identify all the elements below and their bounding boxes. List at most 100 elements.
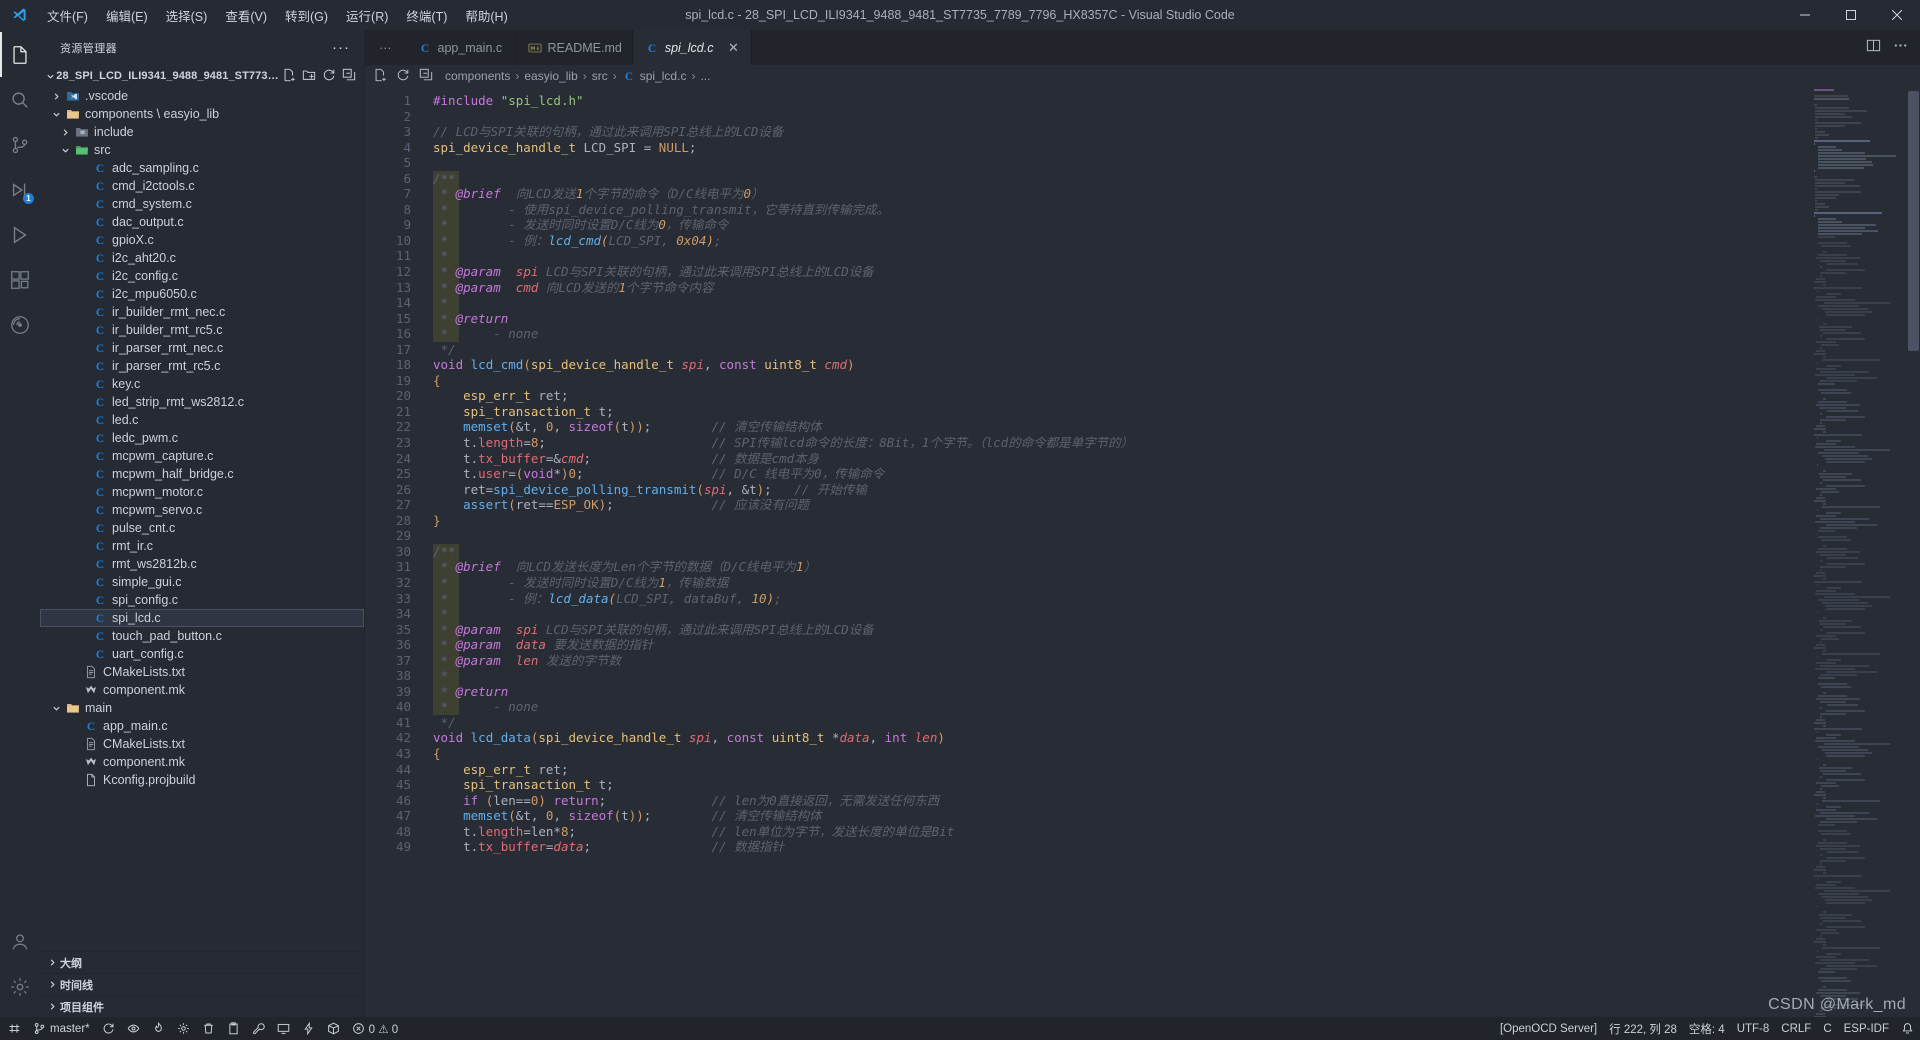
tree-file-row[interactable]: Cmcpwm_half_bridge.c [40,465,364,483]
tree-file-row[interactable]: Cmcpwm_servo.c [40,501,364,519]
tree-file-row[interactable]: Cir_builder_rmt_nec.c [40,303,364,321]
code-line[interactable]: * @param spi LCD与SPI关联的句柄，通过此来调用SPI总线上的L… [433,621,1920,638]
code-line[interactable]: #include "spi_lcd.h" [433,93,1920,109]
more-actions-icon[interactable] [1893,38,1908,58]
code-line[interactable]: esp_err_t ret; [433,762,1920,778]
tree-file-row[interactable]: Crmt_ir.c [40,537,364,555]
status-branch[interactable]: master* [27,1017,96,1040]
code-line[interactable]: * [433,606,1920,622]
tree-file-row[interactable]: Cadc_sampling.c [40,159,364,177]
code-line[interactable]: */ [433,342,1920,358]
status-language-mode[interactable]: C [1817,1017,1837,1040]
code-line[interactable]: t.user=(void*)0; // D/C 线电平为0，传输命令 [433,466,1920,482]
tree-folder-row[interactable]: main [40,699,364,717]
code-line[interactable]: * - 例：lcd_cmd(LCD_SPI, 0x04); [433,232,1920,249]
explorer-actions[interactable] [282,68,364,85]
activity-source-control[interactable] [0,122,40,167]
status-indentation[interactable]: 空格: 4 [1683,1017,1731,1040]
code-line[interactable]: memset(&t, 0, sizeof(t)); // 清空传输结构体 [433,419,1920,435]
code-line[interactable]: memset(&t, 0, sizeof(t)); // 清空传输结构体 [433,808,1920,824]
code-line[interactable]: // LCD与SPI关联的句柄，通过此来调用SPI总线上的LCD设备 [433,124,1920,140]
sidebar-more-actions[interactable]: ··· [332,39,356,56]
tree-file-row[interactable]: Ckey.c [40,375,364,393]
status-openocd-server[interactable]: [OpenOCD Server] [1494,1017,1603,1040]
tree-folder-row[interactable]: .vscode [40,87,364,105]
explorer-root-header[interactable]: 28_SPI_LCD_ILI9341_9488_9481_ST7735_7789… [40,65,364,87]
breadcrumb-components[interactable]: components [445,69,510,83]
activity-search[interactable] [0,77,40,122]
code-line[interactable]: ret=spi_device_polling_transmit(spi, &t)… [433,482,1920,498]
breadcrumb-spi-lcd-c[interactable]: spi_lcd.c [640,69,687,83]
menu-selection[interactable]: 选择(S) [157,0,217,30]
code-line[interactable]: * [433,248,1920,265]
collapse-all-icon[interactable] [342,68,356,85]
file-tree[interactable]: .vscode components \ easyio_lib include src… [40,87,364,951]
status-notifications-icon[interactable] [1895,1017,1920,1040]
minimize-button[interactable] [1782,0,1828,30]
code-line[interactable]: t.tx_buffer=&cmd; // 数据是cmd本身 [433,451,1920,467]
code-line[interactable]: if (len==0) return; // len为0直接返回，无需发送任何东… [433,793,1920,809]
chevron-right-icon[interactable] [57,128,73,137]
code-line[interactable]: void lcd_cmd(spi_device_handle_t spi, co… [433,357,1920,373]
tree-file-row[interactable]: CgpioX.c [40,231,364,249]
code-line[interactable]: * @param spi LCD与SPI关联的句柄，通过此来调用SPI总线上的L… [433,264,1920,280]
code-line[interactable]: */ [433,715,1920,731]
refresh-icon[interactable] [396,68,410,85]
menu-bar[interactable]: 文件(F) 编辑(E) 选择(S) 查看(V) 转到(G) 运行(R) 终端(T… [38,0,517,30]
code-line[interactable]: * - 发送时同时设置D/C线为1，传输数据 [433,574,1920,591]
tree-file-row[interactable]: Cir_builder_rmt_rc5.c [40,321,364,339]
tree-file-row[interactable]: Ccmd_i2ctools.c [40,177,364,195]
breadcrumb-leading-icons[interactable] [373,68,441,85]
code-content[interactable]: #include "spi_lcd.h" // LCD与SPI关联的句柄，通过此… [433,87,1920,1017]
menu-help[interactable]: 帮助(H) [456,0,516,30]
editor-tab-actions[interactable] [1866,30,1920,65]
tree-file-row[interactable]: Cled.c [40,411,364,429]
activity-bar[interactable]: 1 [0,30,40,1017]
status-cursor-position[interactable]: 行 222, 列 28 [1603,1017,1683,1040]
code-line[interactable]: * @brief 向LCD发送长度为Len个字节的数据（D/C线电平为1） [433,559,1920,575]
status-sync[interactable] [96,1017,121,1040]
activity-run-and-debug[interactable]: 1 [0,167,40,212]
code-line[interactable]: { [433,373,1920,389]
menu-view[interactable]: 查看(V) [216,0,276,30]
tree-file-row[interactable]: Cir_parser_rmt_nec.c [40,339,364,357]
status-esp-idf[interactable]: ESP-IDF [1838,1017,1895,1040]
activity-extensions[interactable] [0,257,40,302]
code-line[interactable]: esp_err_t ret; [433,388,1920,404]
tree-file-row[interactable]: Cmcpwm_capture.c [40,447,364,465]
menu-file[interactable]: 文件(F) [38,0,97,30]
status-flame-icon[interactable] [146,1017,171,1040]
code-line[interactable]: * @return [433,310,1920,327]
tree-file-row[interactable]: Cspi_config.c [40,591,364,609]
tree-file-row[interactable]: component.mk [40,753,364,771]
status-wrench-icon[interactable] [246,1017,271,1040]
code-line[interactable]: * @param len 发送的字节数 [433,652,1920,669]
tree-file-row[interactable]: Cuart_config.c [40,645,364,663]
tree-file-row[interactable]: Cledc_pwm.c [40,429,364,447]
tree-folder-row[interactable]: include [40,123,364,141]
tree-file-row[interactable]: Cpulse_cnt.c [40,519,364,537]
tree-file-row[interactable]: Cled_strip_rmt_ws2812.c [40,393,364,411]
code-line[interactable]: void lcd_data(spi_device_handle_t spi, c… [433,730,1920,746]
tree-file-row[interactable]: CMakeLists.txt [40,735,364,753]
status-problems[interactable]: 0 ⚠ 0 [346,1017,405,1040]
code-line[interactable]: * - none [433,699,1920,715]
code-line[interactable]: spi_device_handle_t LCD_SPI = NULL; [433,140,1920,156]
code-line[interactable]: spi_transaction_t t; [433,777,1920,793]
split-editor-icon[interactable] [1866,38,1881,58]
new-folder-icon[interactable] [302,68,316,85]
status-lightning-icon[interactable] [296,1017,321,1040]
breadcrumb[interactable]: components › easyio_lib › src › C spi_lc… [365,65,1920,87]
activity-accounts[interactable] [0,919,40,964]
code-line[interactable]: * - 发送时同时设置D/C线为0，传输命令 [433,217,1920,233]
status-eol[interactable]: CRLF [1775,1017,1817,1040]
status-package-icon[interactable] [321,1017,346,1040]
tree-file-row[interactable]: Crmt_ws2812b.c [40,555,364,573]
status-remote[interactable] [2,1017,27,1040]
code-line[interactable]: t.length=8; // SPI传输lcd命令的长度：8Bit，1个字节。（… [433,435,1920,451]
code-line[interactable]: assert(ret==ESP_OK); // 应该没有问题 [433,497,1920,513]
status-monitor-icon[interactable] [271,1017,296,1040]
chevron-right-icon[interactable] [48,92,64,101]
code-line[interactable]: { [433,746,1920,762]
breadcrumb-src[interactable]: src [592,69,608,83]
